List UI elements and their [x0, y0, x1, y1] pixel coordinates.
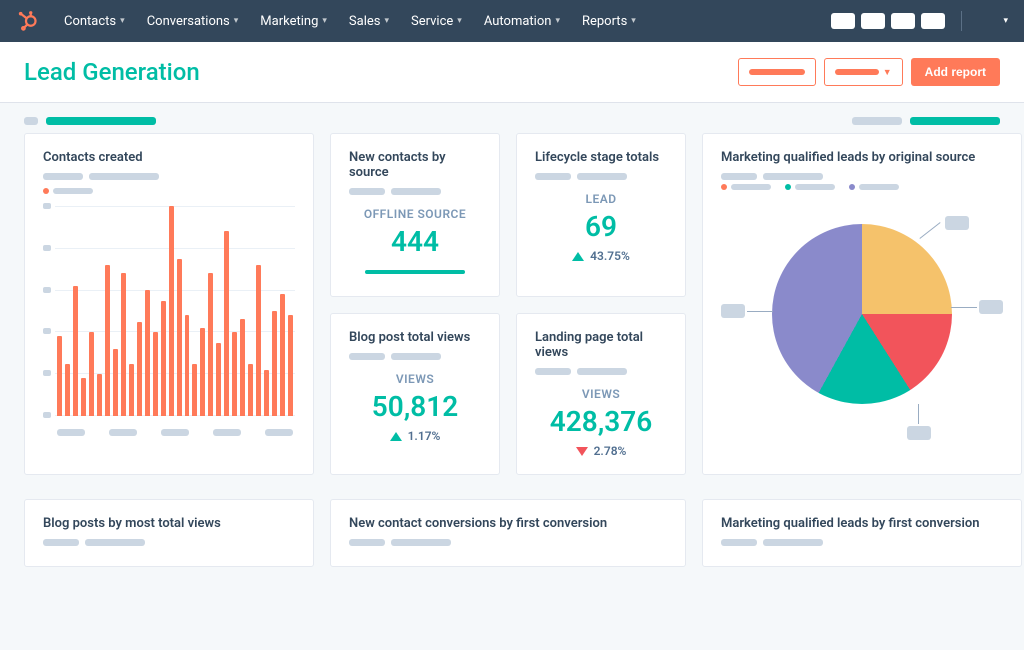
nav-service[interactable]: Service▾	[411, 14, 462, 29]
stat-delta: 43.75%	[535, 249, 667, 263]
card-landing-views: Landing page total views VIEWS 428,376 2…	[516, 313, 686, 475]
stat-label: LEAD	[535, 192, 667, 206]
card-mql-first-conversion: Marketing qualified leads by first conve…	[702, 499, 1022, 567]
chevron-down-icon: ▾	[120, 16, 125, 26]
card-lifecycle-totals: Lifecycle stage totals LEAD 69 43.75%	[516, 133, 686, 297]
mql-pie-chart	[721, 204, 1003, 444]
chevron-down-icon: ▼	[883, 67, 892, 78]
page-title: Lead Generation	[24, 58, 200, 86]
subheader-ph	[24, 117, 38, 125]
nav-right: ▾	[831, 11, 1008, 31]
stat-label: VIEWS	[349, 372, 481, 386]
chevron-down-icon: ▾	[234, 16, 239, 26]
nav-util-4[interactable]	[921, 13, 945, 29]
nav-automation[interactable]: Automation▾	[484, 14, 560, 29]
triangle-down-icon	[576, 447, 588, 456]
nav-contacts[interactable]: Contacts▾	[64, 14, 125, 29]
add-report-button[interactable]: Add report	[911, 58, 1000, 86]
card-contacts-created: Contacts created	[24, 133, 314, 475]
card-title: Contacts created	[43, 150, 295, 165]
subheader-ph	[910, 117, 1000, 125]
chevron-down-icon: ▾	[322, 16, 327, 26]
nav-conversations[interactable]: Conversations▾	[147, 14, 239, 29]
card-blog-by-views: Blog posts by most total views	[24, 499, 314, 567]
stat-value: 428,376	[535, 405, 667, 438]
nav-marketing[interactable]: Marketing▾	[260, 14, 327, 29]
chevron-down-icon: ▾	[384, 16, 389, 26]
chevron-down-icon: ▾	[555, 16, 560, 26]
nav-util-2[interactable]	[861, 13, 885, 29]
stat-delta: 2.78%	[535, 444, 667, 458]
card-title: Marketing qualified leads by first conve…	[721, 516, 1003, 531]
card-mql-by-source: Marketing qualified leads by original so…	[702, 133, 1022, 475]
header-outline-btn-1[interactable]	[738, 58, 816, 86]
bottom-row: Blog posts by most total views New conta…	[0, 499, 1024, 567]
triangle-up-icon	[390, 432, 402, 441]
top-nav: Contacts▾ Conversations▾ Marketing▾ Sale…	[0, 0, 1024, 42]
subheader-ph	[46, 117, 156, 125]
nav-divider	[961, 11, 962, 31]
stat-label: VIEWS	[535, 387, 667, 401]
nav-items: Contacts▾ Conversations▾ Marketing▾ Sale…	[64, 14, 636, 29]
chevron-down-icon: ▾	[457, 16, 462, 26]
dashboard-grid: Contacts created New contacts by source …	[0, 133, 1024, 499]
card-title: New contact conversions by first convers…	[349, 516, 667, 531]
chevron-down-icon: ▾	[631, 16, 636, 26]
card-title: New contacts by source	[349, 150, 481, 180]
subheader-ph	[852, 117, 902, 125]
hubspot-logo[interactable]	[16, 9, 40, 33]
stat-delta: 1.17%	[349, 429, 481, 443]
triangle-up-icon	[572, 252, 584, 261]
contacts-bar-chart	[43, 206, 295, 436]
card-new-contacts-source: New contacts by source OFFLINE SOURCE 44…	[330, 133, 500, 297]
stat-value: 444	[349, 225, 481, 258]
nav-util-3[interactable]	[891, 13, 915, 29]
nav-sales[interactable]: Sales▾	[349, 14, 389, 29]
header-outline-btn-2[interactable]: ▼	[824, 58, 903, 86]
page-header: Lead Generation ▼ Add report	[0, 42, 1024, 103]
stat-underline	[365, 270, 465, 274]
card-title: Marketing qualified leads by original so…	[721, 150, 1003, 165]
stat-label: OFFLINE SOURCE	[349, 207, 481, 221]
card-title: Landing page total views	[535, 330, 667, 360]
card-title: Lifecycle stage totals	[535, 150, 667, 165]
header-actions: ▼ Add report	[738, 58, 1000, 86]
stat-value: 69	[535, 210, 667, 243]
card-title: Blog posts by most total views	[43, 516, 295, 531]
account-menu[interactable]: ▾	[978, 16, 1008, 26]
nav-util-1[interactable]	[831, 13, 855, 29]
card-contact-conversions: New contact conversions by first convers…	[330, 499, 686, 567]
subheader	[0, 103, 1024, 133]
stat-value: 50,812	[349, 390, 481, 423]
card-title: Blog post total views	[349, 330, 481, 345]
nav-reports[interactable]: Reports▾	[582, 14, 636, 29]
card-blog-views: Blog post total views VIEWS 50,812 1.17%	[330, 313, 500, 475]
